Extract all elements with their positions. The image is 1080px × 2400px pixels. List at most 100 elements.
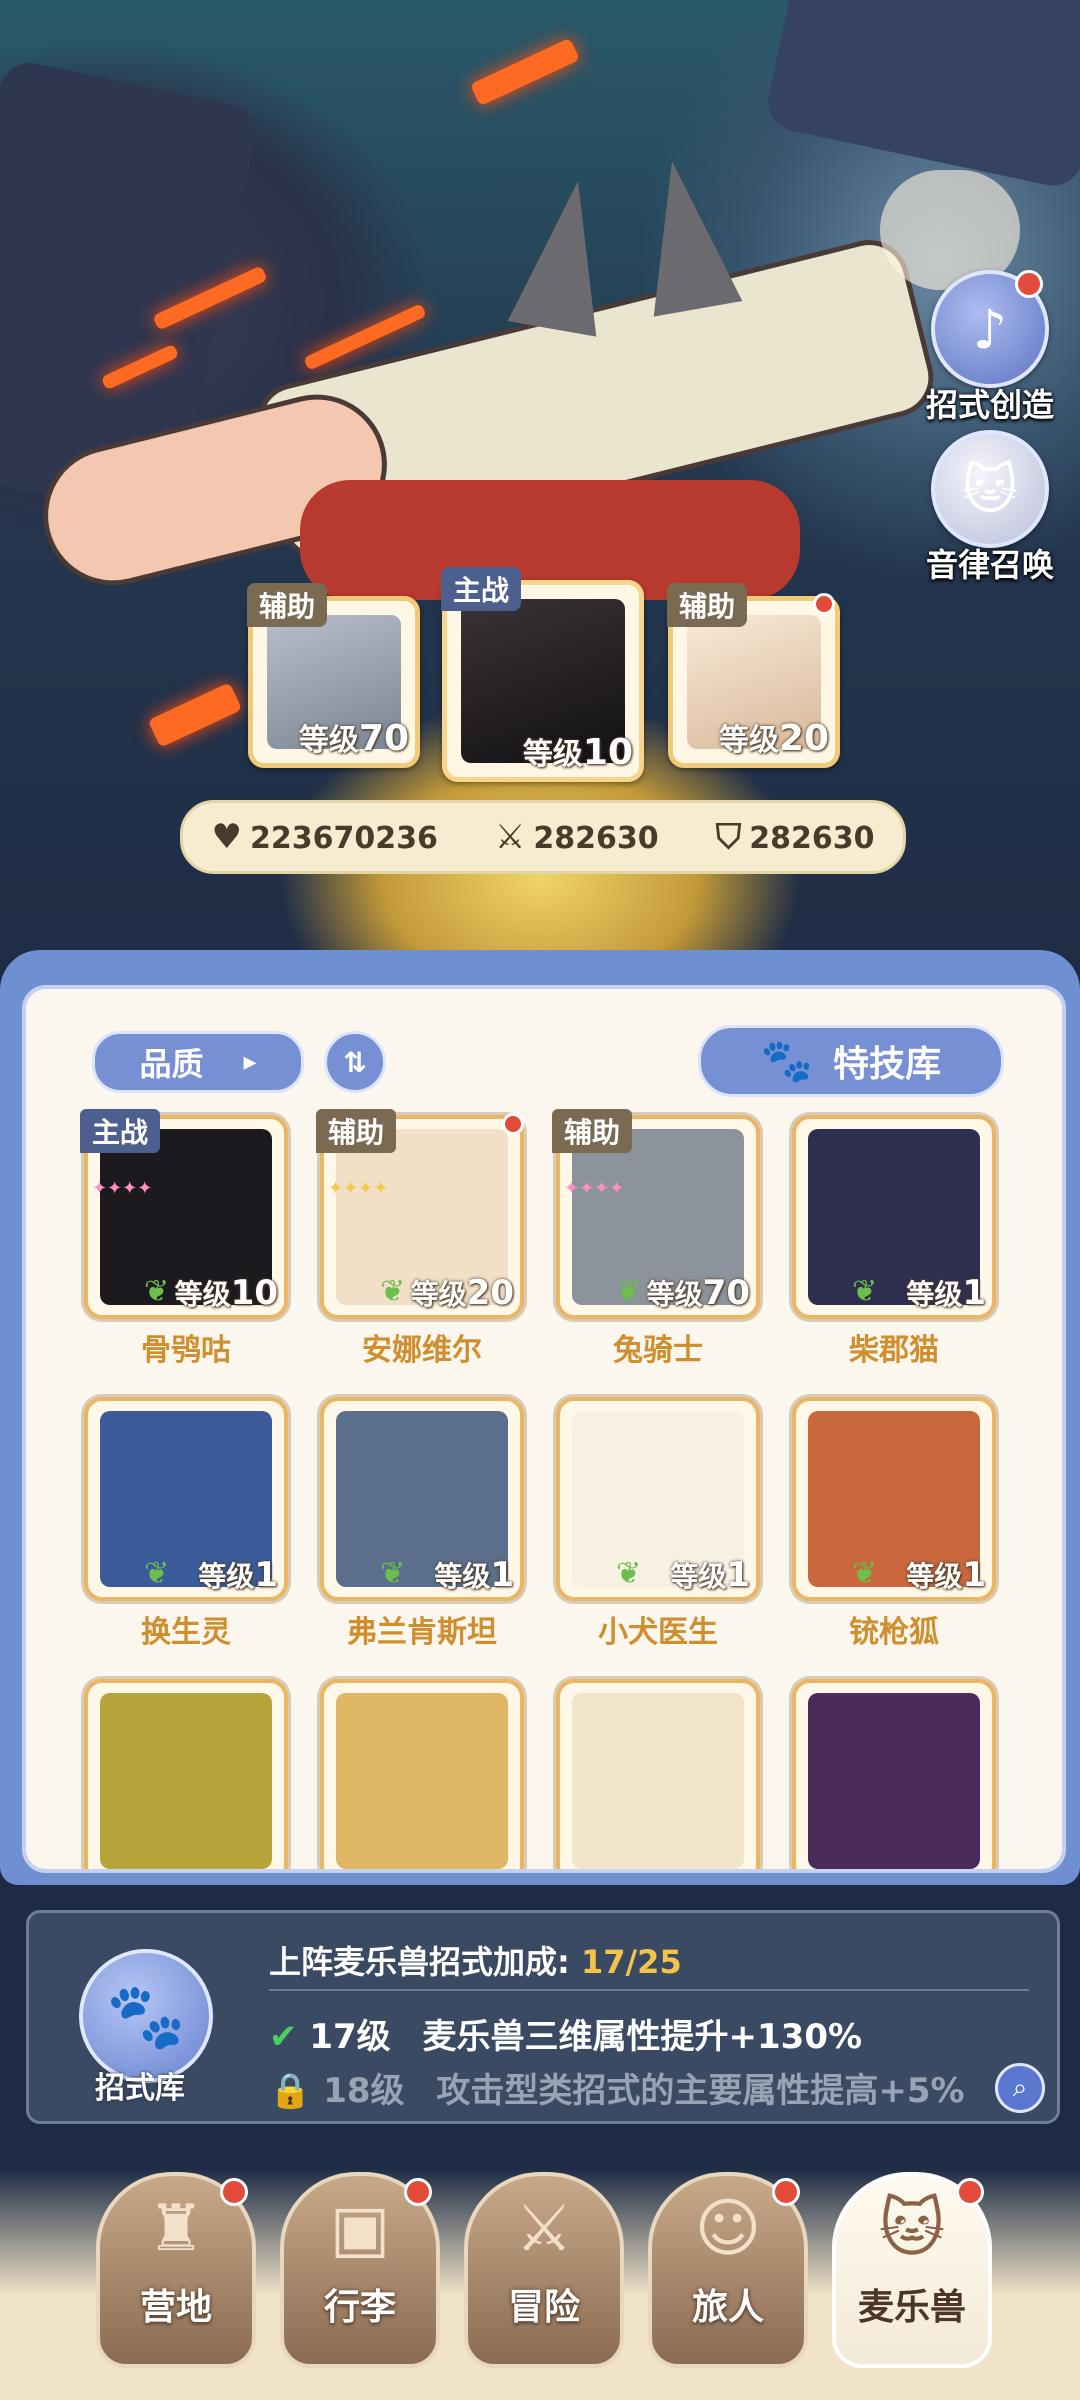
nav-label: 行李 bbox=[323, 2287, 396, 2328]
level-prefix: 等级 bbox=[718, 723, 779, 758]
pet-name: 小犬医生 bbox=[598, 1615, 718, 1650]
rock bbox=[762, 0, 1080, 192]
pet-card[interactable]: 辅助 ✦✦✦✦ 等级70 ❦ bbox=[552, 1109, 760, 1319]
lava-crack bbox=[147, 682, 243, 748]
character-horn bbox=[627, 153, 743, 317]
pet-card[interactable] bbox=[84, 1679, 288, 1869]
pet-name: 换生灵 bbox=[141, 1615, 231, 1650]
level-value: 1 bbox=[726, 1555, 750, 1595]
pet-card[interactable]: 等级1 ❦ bbox=[320, 1397, 524, 1601]
move-library-label: 招式库 bbox=[95, 2071, 185, 2106]
move-create-label: 招式创造 bbox=[925, 386, 1054, 424]
level-value: 1 bbox=[962, 1273, 986, 1313]
summon-button[interactable]: 🐱 音律召唤 bbox=[915, 430, 1065, 586]
bonus-text: 麦乐兽三维属性提升+130% bbox=[422, 2017, 863, 2057]
pet-name: 安娜维尔 bbox=[362, 1333, 482, 1368]
pet-card[interactable]: 等级1 ❦ bbox=[792, 1397, 996, 1601]
move-bonus-panel: 🐾 招式库 上阵麦乐兽招式加成: 17/25 ✔ 17级 麦乐兽三维属性提升+1… bbox=[26, 1910, 1060, 2124]
level-prefix: 等级 bbox=[670, 1560, 727, 1593]
level-badge: 等级1 bbox=[670, 1555, 750, 1595]
crossed-swords-icon: ⚔ bbox=[515, 2192, 573, 2266]
level-value: 20 bbox=[466, 1273, 514, 1313]
role-tag: 辅助 bbox=[667, 583, 748, 627]
star-rating-icon: ✦✦✦✦ bbox=[92, 1178, 153, 1199]
attack-stat: ⚔ 282630 bbox=[495, 817, 659, 857]
pet-name: 柴郡猫 bbox=[849, 1333, 939, 1368]
notification-dot bbox=[502, 1113, 524, 1135]
element-leaf-icon: ❦ bbox=[616, 1556, 642, 1591]
pet-portrait bbox=[100, 1693, 272, 1869]
move-create-button[interactable]: ♪ 招式创造 bbox=[915, 270, 1065, 426]
bonus-row-unlocked: ✔ 17级 麦乐兽三维属性提升+130% bbox=[269, 2009, 862, 2058]
pet-portrait bbox=[572, 1693, 744, 1869]
level-value: 1 bbox=[490, 1555, 514, 1595]
bonus-title: 上阵麦乐兽招式加成: 17/25 bbox=[269, 1937, 682, 1983]
notification-dot bbox=[813, 593, 835, 615]
nav-traveler-button[interactable]: ☺ 旅人 bbox=[648, 2172, 808, 2368]
pet-card[interactable]: 等级1 ❦ bbox=[84, 1397, 288, 1601]
magnifier-icon: ⌕ bbox=[1012, 2072, 1028, 2103]
pet-card[interactable]: 等级1 ❦ bbox=[792, 1115, 996, 1319]
level-prefix: 等级 bbox=[298, 723, 359, 758]
team-slot-3[interactable]: 辅助 等级20 bbox=[667, 583, 840, 768]
pet-card[interactable] bbox=[320, 1679, 524, 1869]
element-leaf-icon: ❦ bbox=[144, 1274, 170, 1309]
pet-card[interactable] bbox=[792, 1679, 996, 1869]
defense-value: 282630 bbox=[749, 821, 875, 856]
pet-grid: 主战 ✦✦✦✦ 等级10 ❦ 骨鸮咕 辅助 ✦✦✦✦ 等级20 ❦ 安娜维尔 辅助 ✦✦✦✦ 等级70 ❦… bbox=[26, 989, 1062, 1869]
pet-portrait bbox=[808, 1693, 980, 1869]
nav-luggage-button[interactable]: ▣ 行李 bbox=[280, 2172, 440, 2368]
nav-adventure-button[interactable]: ⚔ 冒险 bbox=[464, 2172, 624, 2368]
nav-camp-button[interactable]: ♜ 营地 bbox=[96, 2172, 256, 2368]
notification-dot bbox=[772, 2178, 800, 2206]
hp-stat: ♥ 223670236 bbox=[212, 817, 438, 857]
pet-card[interactable] bbox=[556, 1679, 760, 1869]
pet-name: 骨鸮咕 bbox=[141, 1333, 231, 1368]
nav-label: 旅人 bbox=[691, 2287, 764, 2328]
divider bbox=[269, 1989, 1029, 1991]
pet-card[interactable]: 辅助 ✦✦✦✦ 等级20 ❦ bbox=[316, 1109, 524, 1319]
lava-crack bbox=[470, 37, 580, 107]
level-badge: 等级1 bbox=[434, 1555, 514, 1595]
element-leaf-icon: ❦ bbox=[380, 1556, 406, 1591]
level-badge: 等级70 bbox=[647, 1273, 750, 1313]
role-tag: 主战 bbox=[80, 1109, 161, 1153]
bonus-level: 18级 bbox=[323, 2071, 405, 2111]
element-leaf-icon: ❦ bbox=[616, 1274, 642, 1309]
level-prefix: 等级 bbox=[646, 1278, 703, 1311]
level-prefix: 等级 bbox=[906, 1278, 963, 1311]
level-prefix: 等级 bbox=[410, 1278, 467, 1311]
level-badge: 等级10 bbox=[175, 1273, 278, 1313]
notification-dot bbox=[1015, 270, 1043, 298]
paw-icon: 🐾 bbox=[106, 1979, 186, 2054]
level-prefix: 等级 bbox=[522, 737, 583, 772]
team-slot-2[interactable]: 主战 等级10 bbox=[441, 567, 644, 782]
attack-value: 282630 bbox=[533, 821, 659, 856]
summon-label: 音律召唤 bbox=[925, 546, 1054, 584]
pet-panel: 品质 ▸ ⇅ 🐾 特技库 主战 ✦✦✦✦ 等级10 ❦ 骨鸮咕 辅助 ✦✦✦✦ 等级20 ❦ 安娜… bbox=[22, 985, 1066, 1873]
level-prefix: 等级 bbox=[906, 1560, 963, 1593]
zoom-button[interactable]: ⌕ bbox=[995, 2063, 1045, 2113]
level-value: 10 bbox=[582, 732, 633, 773]
role-tag: 主战 bbox=[441, 567, 522, 611]
check-icon: ✔ bbox=[269, 2017, 298, 2057]
nav-pets-button[interactable]: 🐱 麦乐兽 bbox=[832, 2172, 992, 2368]
notification-dot bbox=[220, 2178, 248, 2206]
star-rating-icon: ✦✦✦✦ bbox=[564, 1178, 625, 1199]
notification-dot bbox=[956, 2178, 984, 2206]
summon-cat-icon: 🐱 bbox=[931, 430, 1049, 548]
level-value: 10 bbox=[230, 1273, 278, 1313]
level-value: 70 bbox=[702, 1273, 750, 1313]
pet-card[interactable]: 等级1 ❦ bbox=[556, 1397, 760, 1601]
level-badge: 等级70 bbox=[299, 715, 409, 759]
element-leaf-icon: ❦ bbox=[380, 1274, 406, 1309]
level-badge: 等级20 bbox=[411, 1273, 514, 1313]
level-badge: 等级1 bbox=[906, 1555, 986, 1595]
team-slot-1[interactable]: 辅助 等级70 bbox=[247, 583, 420, 768]
element-leaf-icon: ❦ bbox=[852, 1274, 878, 1309]
pet-card[interactable]: 主战 ✦✦✦✦ 等级10 ❦ bbox=[80, 1109, 288, 1319]
level-prefix: 等级 bbox=[174, 1278, 231, 1311]
bonus-progress: 17/25 bbox=[580, 1943, 682, 1981]
element-leaf-icon: ❦ bbox=[852, 1556, 878, 1591]
level-prefix: 等级 bbox=[434, 1560, 491, 1593]
